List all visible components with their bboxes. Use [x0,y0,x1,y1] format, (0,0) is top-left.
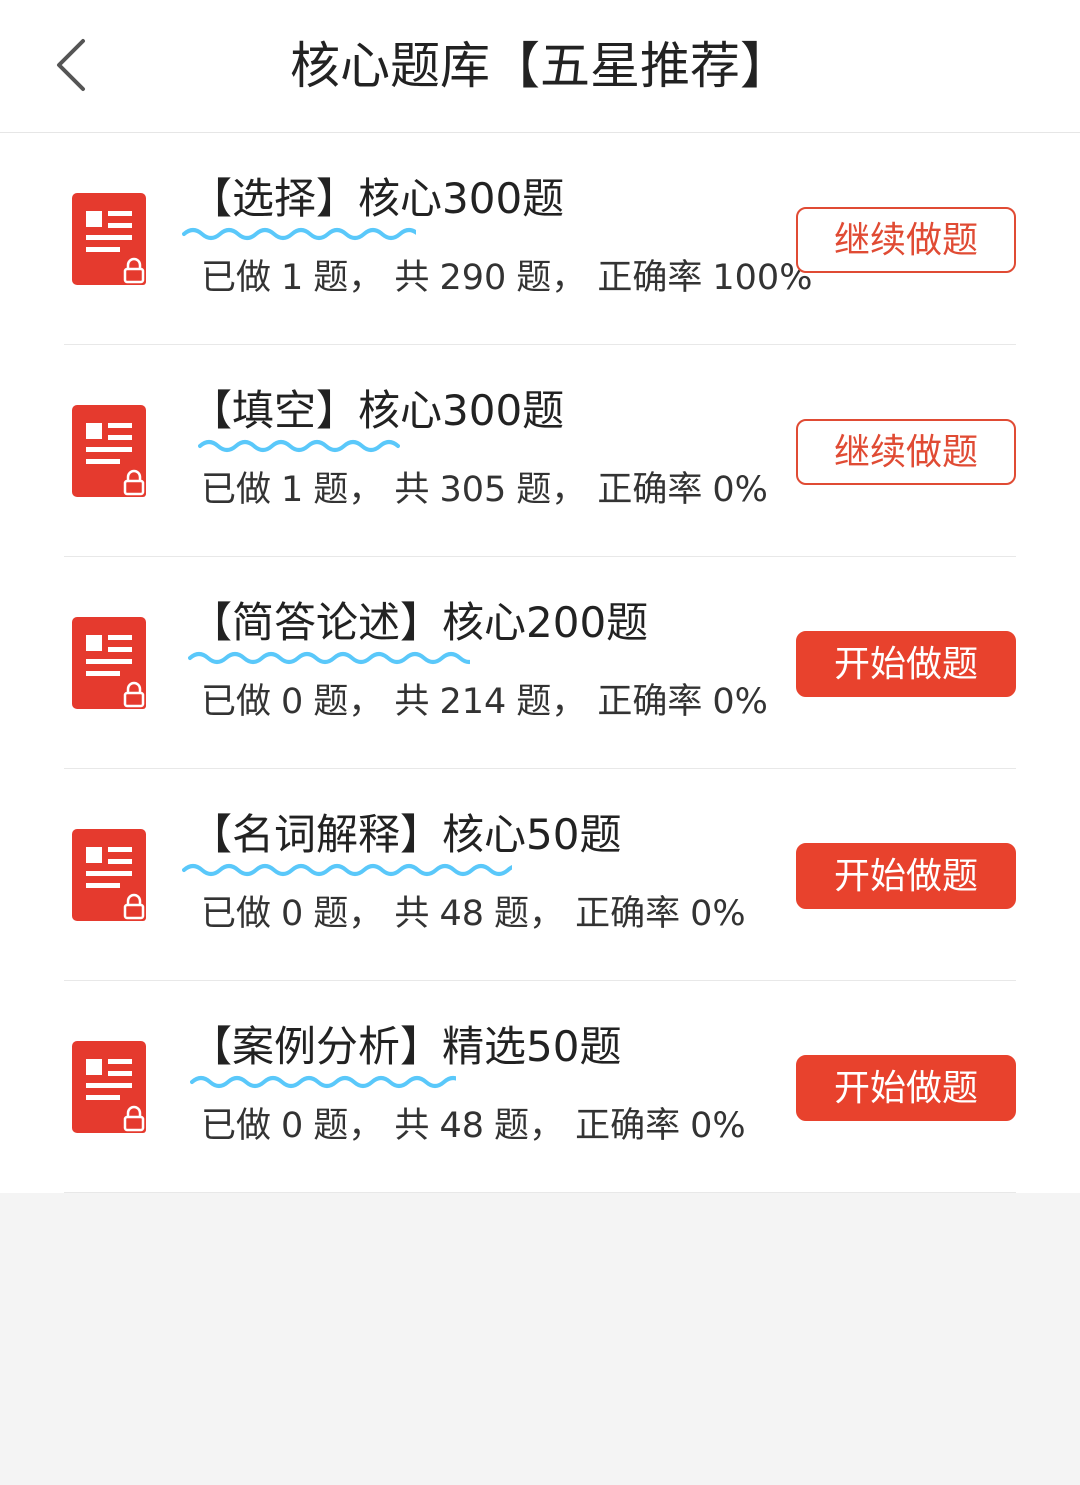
locked-document-icon [72,193,146,285]
start-practice-button[interactable]: 开始做题 [796,1055,1016,1121]
header-bar: 核心题库【五星推荐】 [0,0,1080,133]
list-item[interactable]: 【名词解释】核心50题 已做 0 题， 共 48 题， 正确率 0% 开始做题 [64,769,1016,981]
wavy-underline [182,864,512,876]
start-practice-button[interactable]: 开始做题 [796,631,1016,697]
done-count: 0 [281,1106,304,1146]
locked-document-icon [72,1041,146,1133]
locked-document-icon [72,617,146,709]
wavy-underline [190,1076,456,1088]
wavy-underline [188,652,470,664]
total-count: 290 [439,258,507,298]
wavy-underline [182,228,416,240]
item-stats: 已做 0 题， 共 48 题， 正确率 0% [201,894,746,934]
start-practice-button[interactable]: 开始做题 [796,843,1016,909]
done-count: 0 [281,682,304,722]
page-title: 核心题库【五星推荐】 [290,37,790,95]
accuracy-value: 0% [712,470,768,510]
item-title: 【填空】核心300题 [190,386,565,435]
accuracy-value: 0% [690,894,746,934]
continue-practice-button[interactable]: 继续做题 [796,207,1016,273]
item-title: 【简答论述】核心200题 [190,598,649,647]
total-count: 48 [439,1106,484,1146]
done-count: 1 [281,470,304,510]
item-stats: 已做 1 题， 共 305 题， 正确率 0% [201,470,768,510]
item-title: 【选择】核心300题 [190,174,565,223]
page: 核心题库【五星推荐】 【选择】核心300题 已做 1 题， 共 290 题， 正确率 10… [0,0,1080,1485]
locked-document-icon [72,829,146,921]
item-stats: 已做 0 题， 共 48 题， 正确率 0% [201,1106,746,1146]
list-item[interactable]: 【简答论述】核心200题 已做 0 题， 共 214 题， 正确率 0% 开始做题 [64,557,1016,769]
item-title: 【案例分析】精选50题 [190,1022,622,1071]
item-stats: 已做 0 题， 共 214 题， 正确率 0% [201,682,768,722]
done-count: 0 [281,894,304,934]
list-item[interactable]: 【案例分析】精选50题 已做 0 题， 共 48 题， 正确率 0% 开始做题 [64,981,1016,1193]
continue-practice-button[interactable]: 继续做题 [796,419,1016,485]
total-count: 305 [439,470,507,510]
locked-document-icon [72,405,146,497]
item-stats: 已做 1 题， 共 290 题， 正确率 100% [201,258,813,298]
wavy-underline [198,440,400,452]
empty-background [0,1193,1080,1483]
accuracy-value: 0% [690,1106,746,1146]
question-bank-list: 【选择】核心300题 已做 1 题， 共 290 题， 正确率 100% 继续做题 【填空… [0,133,1080,1193]
total-count: 214 [439,682,507,722]
accuracy-value: 0% [712,682,768,722]
total-count: 48 [439,894,484,934]
list-item[interactable]: 【选择】核心300题 已做 1 题， 共 290 题， 正确率 100% 继续做题 [64,133,1016,345]
list-item[interactable]: 【填空】核心300题 已做 1 题， 共 305 题， 正确率 0% 继续做题 [64,345,1016,557]
done-count: 1 [281,258,304,298]
item-title: 【名词解释】核心50题 [190,810,622,859]
